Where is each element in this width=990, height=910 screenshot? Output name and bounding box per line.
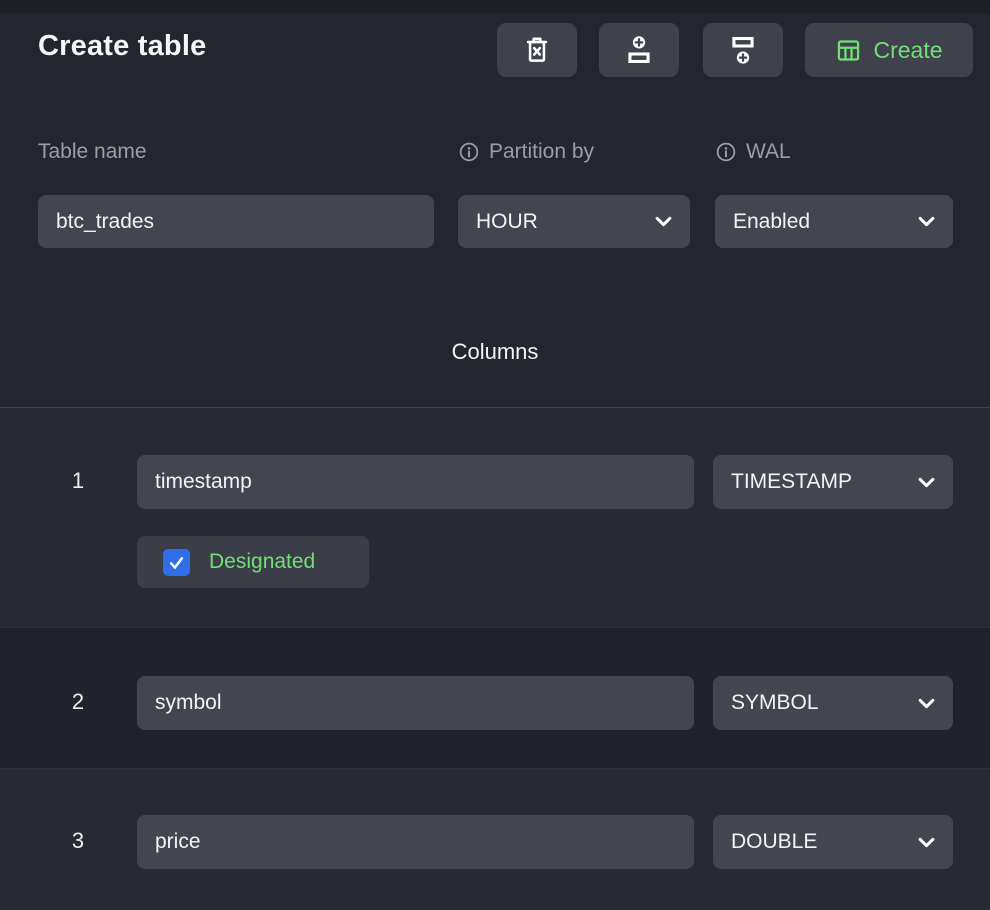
partition-by-label: Partition by xyxy=(458,140,594,164)
wal-select[interactable]: Enabled xyxy=(715,195,953,248)
delete-column-button[interactable] xyxy=(497,23,577,77)
chevron-down-icon xyxy=(918,216,935,227)
column-row-3: 3 DOUBLE xyxy=(0,769,990,910)
wal-value: Enabled xyxy=(733,210,810,234)
add-column-below-button[interactable] xyxy=(703,23,783,77)
add-column-above-button[interactable] xyxy=(599,23,679,77)
columns-heading: Columns xyxy=(0,339,990,365)
designated-toggle[interactable]: Designated xyxy=(137,536,369,588)
column-name-input[interactable] xyxy=(137,676,694,730)
create-button-label: Create xyxy=(873,37,942,64)
insert-column-above-icon xyxy=(623,34,655,66)
table-icon xyxy=(835,37,862,64)
info-icon xyxy=(458,141,480,163)
check-icon xyxy=(168,554,185,571)
column-type-select[interactable]: TIMESTAMP xyxy=(713,455,953,509)
wal-label: WAL xyxy=(715,140,791,164)
column-type-select[interactable]: DOUBLE xyxy=(713,815,953,869)
info-icon xyxy=(715,141,737,163)
chevron-down-icon xyxy=(918,837,935,848)
column-row-1: 1 TIMESTAMP Designated xyxy=(0,408,990,627)
page-title: Create table xyxy=(38,30,206,63)
partition-by-value: HOUR xyxy=(476,210,538,234)
designated-checkbox[interactable] xyxy=(163,549,190,576)
column-row-2: 2 SYMBOL xyxy=(0,627,990,769)
column-type-value: SYMBOL xyxy=(731,691,819,715)
row-index: 3 xyxy=(58,828,98,854)
row-index: 2 xyxy=(58,689,98,715)
top-strip xyxy=(0,0,990,13)
chevron-down-icon xyxy=(918,477,935,488)
create-table-panel: Create table xyxy=(0,0,990,910)
insert-column-below-icon xyxy=(727,34,759,66)
column-type-value: TIMESTAMP xyxy=(731,470,852,494)
chevron-down-icon xyxy=(655,216,672,227)
create-button[interactable]: Create xyxy=(805,23,973,77)
column-type-value: DOUBLE xyxy=(731,830,817,854)
row-index: 1 xyxy=(58,468,98,494)
designated-label: Designated xyxy=(209,550,315,574)
column-type-select[interactable]: SYMBOL xyxy=(713,676,953,730)
chevron-down-icon xyxy=(918,698,935,709)
column-name-input[interactable] xyxy=(137,815,694,869)
column-name-input[interactable] xyxy=(137,455,694,509)
table-name-label: Table name xyxy=(38,140,147,164)
table-name-input[interactable] xyxy=(38,195,434,248)
trash-x-icon xyxy=(521,34,553,66)
partition-by-select[interactable]: HOUR xyxy=(458,195,690,248)
